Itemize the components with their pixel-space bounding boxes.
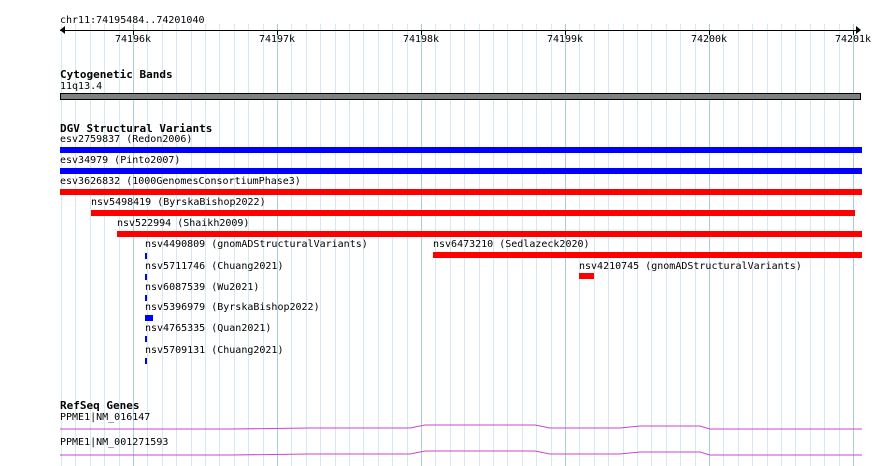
ruler-tick-label: 74201k: [834, 34, 872, 45]
feature-bar-nsv522994[interactable]: [117, 231, 862, 237]
feature-bar-nsv5711746[interactable]: [145, 274, 147, 280]
feature-bar-nsv6473210[interactable]: [433, 252, 862, 258]
grid-line-minor: [795, 24, 796, 466]
grid-line-minor: [680, 24, 681, 466]
grid-line-major: [709, 24, 710, 466]
feature-label: nsv4490809 (gnomADStructuralVariants): [145, 239, 368, 250]
grid-line-major: [421, 24, 422, 466]
feature-label: nsv522994 (Shaikh2009): [117, 218, 250, 229]
ruler-tick-label: 74200k: [690, 34, 728, 45]
grid-line-minor: [407, 24, 408, 466]
feature-bar-nsv5396979[interactable]: [145, 315, 153, 321]
feature-label: nsv4765335 (Quan2021): [145, 323, 272, 334]
grid-line-minor: [666, 24, 667, 466]
grid-line-minor: [781, 24, 782, 466]
feature-bar-nsv6087539[interactable]: [145, 295, 147, 301]
feature-bar-esv2759837[interactable]: [60, 147, 862, 153]
ruler-left-arrow-icon: [60, 26, 65, 34]
feature-label: nsv5498419 (ByrskaBishop2022): [91, 197, 266, 208]
cytoband-11q13-4[interactable]: [60, 93, 861, 100]
feature-label: nsv4210745 (gnomADStructuralVariants): [579, 261, 802, 272]
ruler-tick-label: 74196k: [114, 34, 152, 45]
grid-line-minor: [695, 24, 696, 466]
ruler-tick-label: 74197k: [258, 34, 296, 45]
feature-label: nsv6473210 (Sedlazeck2020): [433, 239, 590, 250]
refseq-track-title: RefSeq Genes: [60, 399, 140, 412]
ruler-right-arrow-icon: [856, 26, 861, 34]
band-label: 11q13.4: [60, 81, 103, 92]
feature-bar-esv3626832[interactable]: [60, 189, 862, 195]
grid-line-minor: [378, 24, 379, 466]
grid-line-minor: [392, 24, 393, 466]
feature-label: esv2759837 (Redon2006): [60, 134, 193, 145]
grid-line-major: [853, 24, 854, 466]
feature-bar-esv34979[interactable]: [60, 168, 862, 174]
grid-line-minor: [738, 24, 739, 466]
feature-bar-nsv5709131[interactable]: [145, 358, 147, 364]
grid-line-minor: [767, 24, 768, 466]
grid-line-minor: [637, 24, 638, 466]
cytogenetic-track-title: Cytogenetic Bands: [60, 68, 173, 81]
transcript-nm-016147[interactable]: [60, 420, 862, 436]
grid-line-minor: [810, 24, 811, 466]
feature-label: esv34979 (Pinto2007): [60, 155, 181, 166]
feature-bar-nsv4765335[interactable]: [145, 336, 147, 342]
feature-label: nsv6087539 (Wu2021): [145, 282, 260, 293]
transcript-nm-001271593[interactable]: [60, 447, 862, 463]
grid-line-minor: [824, 24, 825, 466]
grid-line-minor: [651, 24, 652, 466]
feature-label: esv3626832 (1000GenomesConsortiumPhase3): [60, 176, 301, 187]
feature-label: nsv5711746 (Chuang2021): [145, 261, 284, 272]
feature-bar-nsv4210745[interactable]: [579, 273, 594, 279]
ruler-axis: [60, 30, 860, 31]
location-label: chr11:74195484..74201040: [60, 15, 205, 26]
feature-bar-nsv4490809[interactable]: [145, 253, 147, 259]
grid-line-minor: [608, 24, 609, 466]
grid-line-minor: [623, 24, 624, 466]
feature-bar-nsv5498419[interactable]: [91, 210, 855, 216]
grid-line-minor: [839, 24, 840, 466]
grid-line-minor: [752, 24, 753, 466]
feature-label: nsv5709131 (Chuang2021): [145, 345, 284, 356]
ruler-tick-label: 74198k: [402, 34, 440, 45]
grid-line-minor: [594, 24, 595, 466]
feature-label: nsv5396979 (ByrskaBishop2022): [145, 302, 320, 313]
ruler-tick-label: 74199k: [546, 34, 584, 45]
grid-line-minor: [723, 24, 724, 466]
